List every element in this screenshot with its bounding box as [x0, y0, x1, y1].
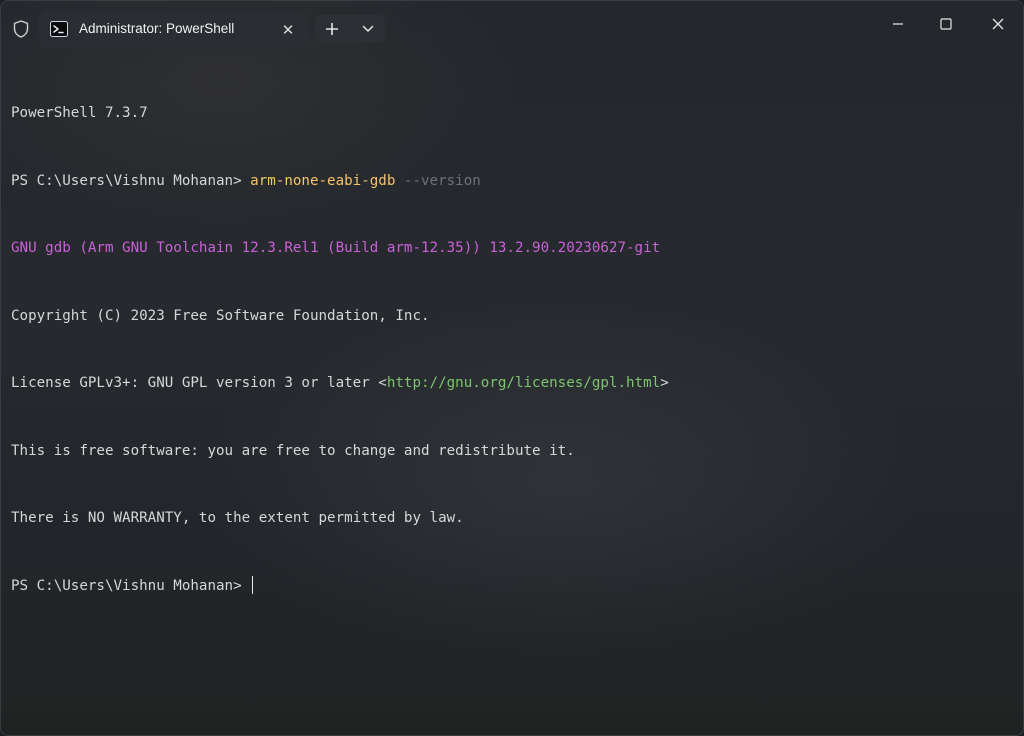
close-window-button[interactable] — [975, 7, 1021, 41]
free-software-line: This is free software: you are free to c… — [11, 442, 575, 459]
terminal-output[interactable]: PowerShell 7.3.7 PS C:\Users\Vishnu Moha… — [11, 57, 1011, 717]
version-line: PowerShell 7.3.7 — [11, 105, 148, 121]
command-parameter: --version — [395, 172, 481, 189]
tab-powershell[interactable]: Administrator: PowerShell ✕ — [39, 11, 309, 47]
license-suffix: > — [660, 375, 669, 391]
prompt: PS C:\Users\Vishnu Mohanan> — [11, 172, 251, 189]
prompt: PS C:\Users\Vishnu Mohanan> — [11, 577, 251, 594]
copyright-line: Copyright (C) 2023 Free Software Foundat… — [11, 307, 430, 324]
terminal-window: Administrator: PowerShell ✕ PowerShell 7… — [0, 0, 1024, 736]
chevron-down-icon — [362, 25, 374, 32]
new-tab-button[interactable] — [315, 15, 349, 43]
command-text: arm-none-eabi-gdb — [250, 172, 396, 189]
title-bar[interactable]: Administrator: PowerShell ✕ — [1, 1, 1023, 47]
license-prefix: License GPLv3+: GNU GPL version 3 or lat… — [11, 375, 387, 391]
tab-dropdown-button[interactable] — [351, 15, 385, 43]
text-cursor — [252, 575, 254, 594]
close-tab-icon: ✕ — [281, 21, 295, 39]
license-link[interactable]: http://gnu.org/licenses/gpl.html — [387, 375, 660, 391]
close-icon — [992, 18, 1004, 30]
license-line: License GPLv3+: GNU GPL version 3 or lat… — [11, 372, 1011, 395]
minimize-icon — [893, 23, 903, 25]
shield-icon — [11, 19, 31, 39]
powershell-icon — [50, 20, 68, 38]
plus-icon — [326, 23, 338, 35]
warranty-line: There is NO WARRANTY, to the extent perm… — [11, 510, 464, 526]
command-line: PS C:\Users\Vishnu Mohanan> arm-none-eab… — [11, 170, 1011, 193]
tab-title: Administrator: PowerShell — [79, 21, 235, 36]
close-tab-button[interactable]: ✕ — [277, 19, 299, 41]
current-prompt-line[interactable]: PS C:\Users\Vishnu Mohanan> — [11, 575, 1011, 598]
minimize-button[interactable] — [875, 7, 921, 41]
maximize-button[interactable] — [923, 7, 969, 41]
gdb-version-line: GNU gdb (Arm GNU Toolchain 12.3.Rel1 (Bu… — [11, 240, 661, 256]
new-tab-split-button — [315, 15, 385, 43]
maximize-icon — [940, 18, 952, 30]
